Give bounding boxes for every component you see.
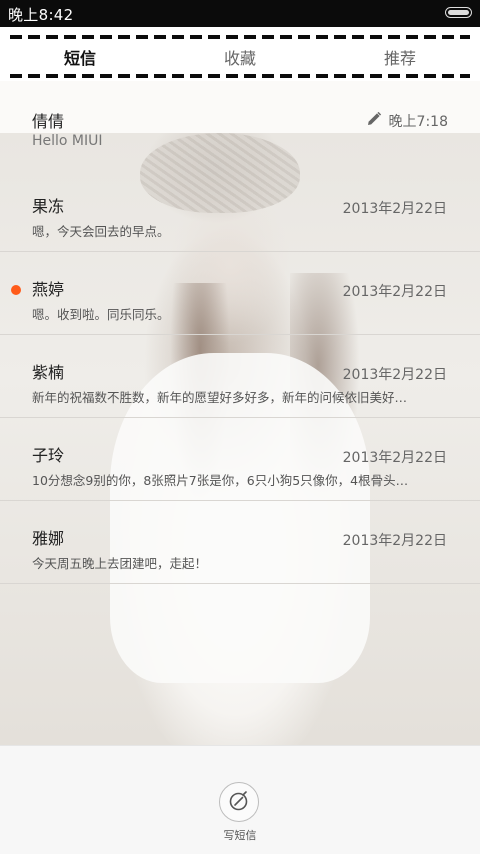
contact-name: 雅娜: [32, 529, 65, 548]
tab-bar-bottom-border: [10, 74, 470, 78]
list-item[interactable]: 子玲 2013年2月22日 10分想念9别的你，8张照片7张是你，6只小狗5只像…: [0, 418, 480, 501]
message-time: 晚上7:18: [388, 114, 448, 130]
contact-name: 倩倩: [32, 112, 65, 131]
bottom-bar: 写短信: [0, 745, 480, 854]
tab-favorites[interactable]: 收藏: [160, 45, 320, 69]
compose-icon: [229, 791, 248, 811]
message-date: 2013年2月22日: [342, 201, 447, 217]
pencil-icon: [368, 111, 382, 125]
contact-name: 子玲: [32, 446, 65, 465]
message-preview: 10分想念9别的你，8张照片7张是你，6只小狗5只像你，4根骨头…: [32, 473, 409, 488]
contact-name: 紫楠: [32, 363, 65, 382]
tab-sms[interactable]: 短信: [0, 45, 160, 69]
list-item[interactable]: 紫楠 2013年2月22日 新年的祝福数不胜数，新年的愿望好多好多，新年的问候依…: [0, 335, 480, 418]
battery-icon: [445, 7, 472, 18]
unread-dot-icon: [11, 285, 21, 295]
compose-button[interactable]: [219, 782, 259, 822]
tab-bar-top-border: [10, 35, 470, 39]
message-preview: Hello MIUI: [32, 133, 103, 149]
message-date: 2013年2月22日: [342, 450, 447, 466]
message-date: 2013年2月22日: [342, 533, 447, 549]
message-date: 2013年2月22日: [342, 284, 447, 300]
tab-recommend[interactable]: 推荐: [320, 45, 480, 69]
list-item[interactable]: 燕婷 2013年2月22日 嗯。收到啦。同乐同乐。: [0, 252, 480, 335]
status-time: 晚上8:42: [8, 6, 74, 24]
message-date: 2013年2月22日: [342, 367, 447, 383]
contact-name: 燕婷: [32, 280, 65, 299]
divider: [0, 583, 480, 584]
message-preview: 嗯。收到啦。同乐同乐。: [32, 307, 170, 322]
list-item[interactable]: 雅娜 2013年2月22日 今天周五晚上去团建吧，走起！: [0, 501, 480, 584]
list-item-pinned[interactable]: 倩倩 晚上7:18 Hello MIUI: [0, 81, 480, 169]
status-bar: 晚上8:42: [0, 0, 480, 27]
contact-name: 果冻: [32, 197, 65, 216]
list-item[interactable]: 果冻 2013年2月22日 嗯，今天会回去的早点。: [0, 169, 480, 252]
message-preview: 新年的祝福数不胜数，新年的愿望好多好多，新年的问候依旧美好…: [32, 390, 408, 405]
message-list: 倩倩 晚上7:18 Hello MIUI 果冻 2013年2月22日 嗯，今天会…: [0, 81, 480, 745]
compose-label: 写短信: [223, 829, 257, 842]
tab-bar: 短信 收藏 推荐: [0, 27, 480, 81]
message-preview: 嗯，今天会回去的早点。: [32, 224, 170, 239]
message-preview: 今天周五晚上去团建吧，走起！: [32, 556, 208, 571]
